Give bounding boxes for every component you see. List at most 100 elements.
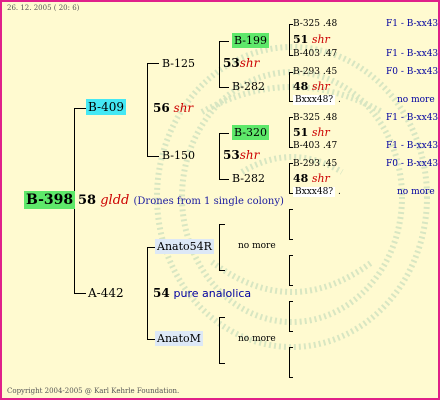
connector-line (147, 63, 148, 156)
gen5-row[interactable]: B-293 .45 (293, 160, 337, 169)
b125-code: shr (239, 56, 260, 70)
gen5-id: Bxxx48? (293, 95, 336, 105)
queen-b282-b[interactable]: B-282 (232, 173, 265, 184)
gen5-value: . (338, 187, 341, 197)
connector-line (219, 270, 225, 271)
gen5-origin: F1 - B-xx43 (386, 49, 439, 59)
connector-line (289, 24, 290, 55)
queen-b150[interactable]: B-150 (162, 150, 195, 161)
dam-code: shr (173, 101, 194, 115)
queen-b320-label: B-320 (232, 125, 269, 140)
root-queen-id: B-398 (24, 191, 76, 209)
root-queen-number: 58 (78, 193, 97, 208)
connector-line (289, 301, 290, 331)
root-queen-code: gldd (100, 193, 130, 208)
connector-line (219, 317, 220, 363)
gen5-value: .48 (322, 19, 338, 29)
connector-line (289, 377, 293, 378)
gen5-row[interactable]: B-325 .48 (293, 20, 337, 29)
gen5-id: B-403 (293, 49, 320, 59)
connector-line (289, 331, 293, 332)
queen-anatom[interactable]: AnatoM (155, 331, 203, 346)
queen-anato54r[interactable]: Anato54R (155, 239, 214, 254)
gen5-value: . (338, 95, 341, 105)
connector-line (74, 293, 86, 294)
connector-line (219, 224, 225, 225)
gen5-value: .47 (322, 141, 338, 151)
b150-code: shr (239, 148, 260, 162)
connector-line (219, 317, 225, 318)
gen5-id: B-293 (293, 67, 320, 77)
connector-line (289, 239, 293, 240)
connector-line (289, 209, 290, 239)
gen5-number: 48 (293, 172, 309, 185)
gen5-id: Bxxx48? (293, 187, 336, 197)
gen5-number: 51 (293, 33, 309, 46)
sire-number: 54 (153, 286, 170, 300)
root-queen-node[interactable]: B-398 (24, 191, 76, 209)
gen5-row[interactable]: Bxxx48? . (293, 187, 341, 197)
gen5-value: .45 (322, 67, 338, 77)
queen-anato54r-label: Anato54R (155, 239, 214, 254)
sire-info: 54 pure analolica (153, 287, 251, 299)
connector-line (289, 301, 293, 302)
gen5-row: 51 shr (293, 34, 330, 45)
connector-line (219, 87, 229, 88)
queen-b199[interactable]: B-199 (232, 33, 269, 48)
gen5-code: shr (311, 33, 330, 46)
gen5-origin: F0 - B-xx43 (386, 67, 439, 77)
connector-line (147, 247, 148, 339)
gen5-origin: F1 - B-xx43 (386, 141, 439, 151)
connector-line (219, 41, 229, 42)
gen5-value: .45 (322, 159, 338, 169)
no-more-label: no more (238, 334, 276, 344)
connector-line (147, 63, 159, 64)
gen5-row[interactable]: B-325 .48 (293, 114, 337, 123)
gen5-id: B-325 (293, 113, 320, 123)
b150-info: 53shr (223, 149, 259, 161)
gen5-number: 51 (293, 126, 309, 139)
queen-b282-a[interactable]: B-282 (232, 81, 265, 92)
connector-line (147, 156, 159, 157)
connector-line (74, 108, 86, 109)
no-more-label: no more (238, 241, 276, 251)
gen5-value: .47 (322, 49, 338, 59)
sire-node[interactable]: A-442 (88, 287, 124, 299)
gen5-code: shr (311, 172, 330, 185)
gen5-id: B-293 (293, 159, 320, 169)
gen5-id: B-403 (293, 141, 320, 151)
b125-number: 53 (223, 56, 240, 70)
gen5-origin: F1 - B-xx43 (386, 113, 439, 123)
queen-b125[interactable]: B-125 (162, 58, 195, 69)
connector-line (289, 163, 290, 193)
copyright-text: Copyright 2004-2005 @ Karl Kehrle Founda… (7, 387, 180, 395)
gen5-row: 48 shr (293, 173, 330, 184)
dam-number: 56 (153, 101, 170, 115)
root-queen-note: (Drones from 1 single colony) (133, 196, 284, 207)
connector-line (219, 224, 220, 270)
gen5-id: B-325 (293, 19, 320, 29)
dam-id: B-409 (86, 99, 126, 115)
dam-node[interactable]: B-409 (86, 99, 126, 115)
connector-line (289, 117, 290, 147)
gen5-code: shr (311, 80, 330, 93)
gen5-row[interactable]: B-403 .47 (293, 142, 337, 151)
connector-line (289, 347, 290, 377)
gen5-code: shr (311, 126, 330, 139)
sire-line: pure analolica (173, 287, 252, 300)
dam-info: 56 shr (153, 102, 193, 114)
connector-line (219, 179, 229, 180)
connector-line (219, 363, 225, 364)
gen5-number: 48 (293, 80, 309, 93)
root-queen-info: 58 gldd (Drones from 1 single colony) (78, 194, 284, 207)
connector-line (289, 209, 293, 210)
gen5-row[interactable]: Bxxx48? . (293, 95, 341, 105)
gen5-origin: F0 - B-xx43 (386, 159, 439, 169)
gen5-row[interactable]: B-403 .47 (293, 50, 337, 59)
gen5-row: 51 shr (293, 127, 330, 138)
connector-line (289, 255, 290, 285)
connector-line (147, 339, 155, 340)
connector-line (219, 41, 220, 87)
queen-b320[interactable]: B-320 (232, 125, 269, 140)
gen5-row[interactable]: B-293 .45 (293, 68, 337, 77)
